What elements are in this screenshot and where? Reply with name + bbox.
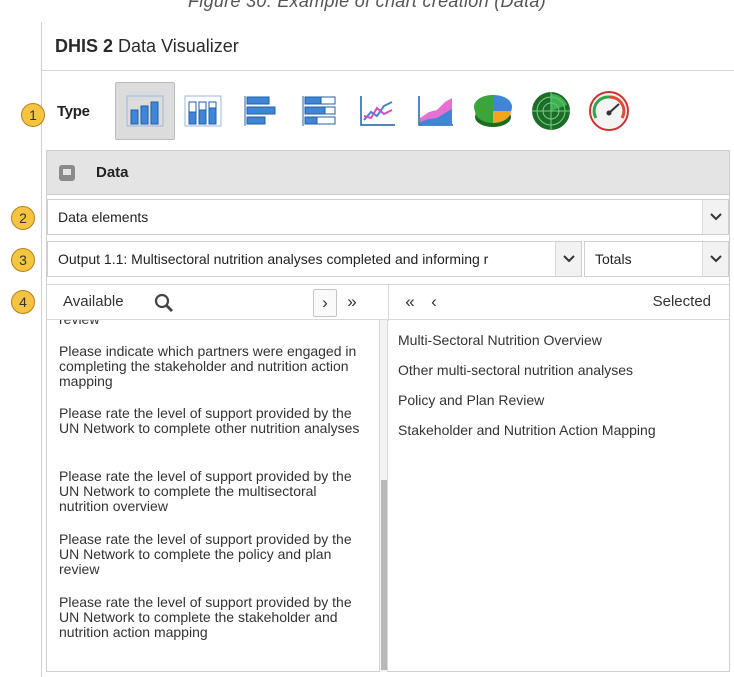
area-chart-icon — [418, 96, 453, 126]
chevron-down-icon[interactable] — [555, 242, 581, 276]
data-panel-title: Data — [96, 164, 129, 181]
available-list-scrollbar[interactable] — [380, 320, 388, 672]
line-chart-button[interactable] — [347, 82, 407, 140]
select-all-button[interactable]: » — [341, 289, 363, 317]
select-one-button[interactable]: › — [313, 289, 337, 317]
list-item[interactable]: Please rate the level of support provide… — [59, 469, 369, 514]
list-item[interactable]: Multi-Sectoral Nutrition Overview — [398, 332, 602, 348]
data-panel-header[interactable]: Data — [47, 151, 729, 195]
data-type-select[interactable]: Data elements — [47, 199, 729, 235]
selected-label: Selected — [652, 293, 711, 310]
list-item[interactable]: Please indicate which partners were enga… — [59, 344, 369, 389]
stacked-bar-chart-button[interactable] — [289, 82, 349, 140]
list-item[interactable]: review — [59, 320, 369, 327]
toolbar-divider — [388, 285, 389, 321]
list-item[interactable]: Policy and Plan Review — [398, 392, 544, 408]
available-list: review Please indicate which partners we… — [47, 320, 380, 672]
list-item[interactable]: Please rate the level of support provide… — [59, 595, 369, 640]
area-chart-button[interactable] — [405, 82, 465, 140]
app-title: DHIS 2 Data Visualizer — [55, 36, 239, 57]
bar-chart-icon — [244, 96, 276, 126]
stacked-bar-chart-icon — [302, 96, 336, 126]
stacked-column-chart-icon — [184, 95, 222, 127]
app-name: Data Visualizer — [118, 36, 239, 56]
column-chart-button[interactable] — [115, 82, 175, 140]
callout-badge-4: 4 — [11, 290, 35, 314]
radar-chart-icon — [532, 92, 570, 130]
pie-chart-icon — [473, 94, 513, 127]
deselect-all-button[interactable]: « — [399, 289, 421, 317]
data-panel-icon — [59, 165, 75, 181]
data-panel: Data Data elements Output 1.1: Multisect… — [46, 150, 730, 672]
list-item[interactable]: Please rate the level of support provide… — [59, 406, 369, 436]
data-element-group-select[interactable]: Output 1.1: Multisectoral nutrition anal… — [47, 241, 582, 277]
callout-badge-1: 1 — [21, 103, 45, 127]
selector-toolbar: Available › » « ‹ Selected — [47, 284, 729, 321]
data-element-group-select-value: Output 1.1: Multisectoral nutrition anal… — [58, 251, 489, 267]
gauge-chart-icon — [589, 91, 629, 131]
gauge-chart-button[interactable] — [579, 82, 639, 140]
list-item[interactable]: Please rate the level of support provide… — [59, 532, 369, 577]
stacked-column-chart-button[interactable] — [173, 82, 233, 140]
app-brand: DHIS 2 — [55, 36, 114, 56]
chevron-down-icon[interactable] — [702, 200, 728, 234]
list-item[interactable]: Other multi-sectoral nutrition analyses — [398, 362, 633, 378]
list-item[interactable]: Stakeholder and Nutrition Action Mapping — [398, 422, 656, 438]
selected-list: Multi-Sectoral Nutrition Overview Other … — [389, 320, 729, 672]
details-select[interactable]: Totals — [584, 241, 729, 277]
details-select-value: Totals — [595, 251, 632, 267]
pie-chart-button[interactable] — [463, 82, 523, 140]
radar-chart-button[interactable] — [521, 82, 581, 140]
search-icon[interactable] — [154, 293, 174, 318]
figure-caption: Figure 30: Example of chart creation (Da… — [187, 0, 547, 11]
bar-chart-button[interactable] — [231, 82, 291, 140]
deselect-one-button[interactable]: ‹ — [425, 289, 443, 317]
callout-badge-3: 3 — [11, 248, 35, 272]
scrollbar-thumb[interactable] — [381, 480, 387, 670]
title-divider — [41, 70, 734, 71]
data-type-select-value: Data elements — [58, 209, 149, 225]
available-label: Available — [63, 293, 124, 310]
column-chart-icon — [126, 95, 164, 127]
line-chart-icon — [360, 96, 395, 126]
type-label: Type — [57, 103, 90, 120]
callout-badge-2: 2 — [11, 206, 35, 230]
chevron-down-icon[interactable] — [702, 242, 728, 276]
